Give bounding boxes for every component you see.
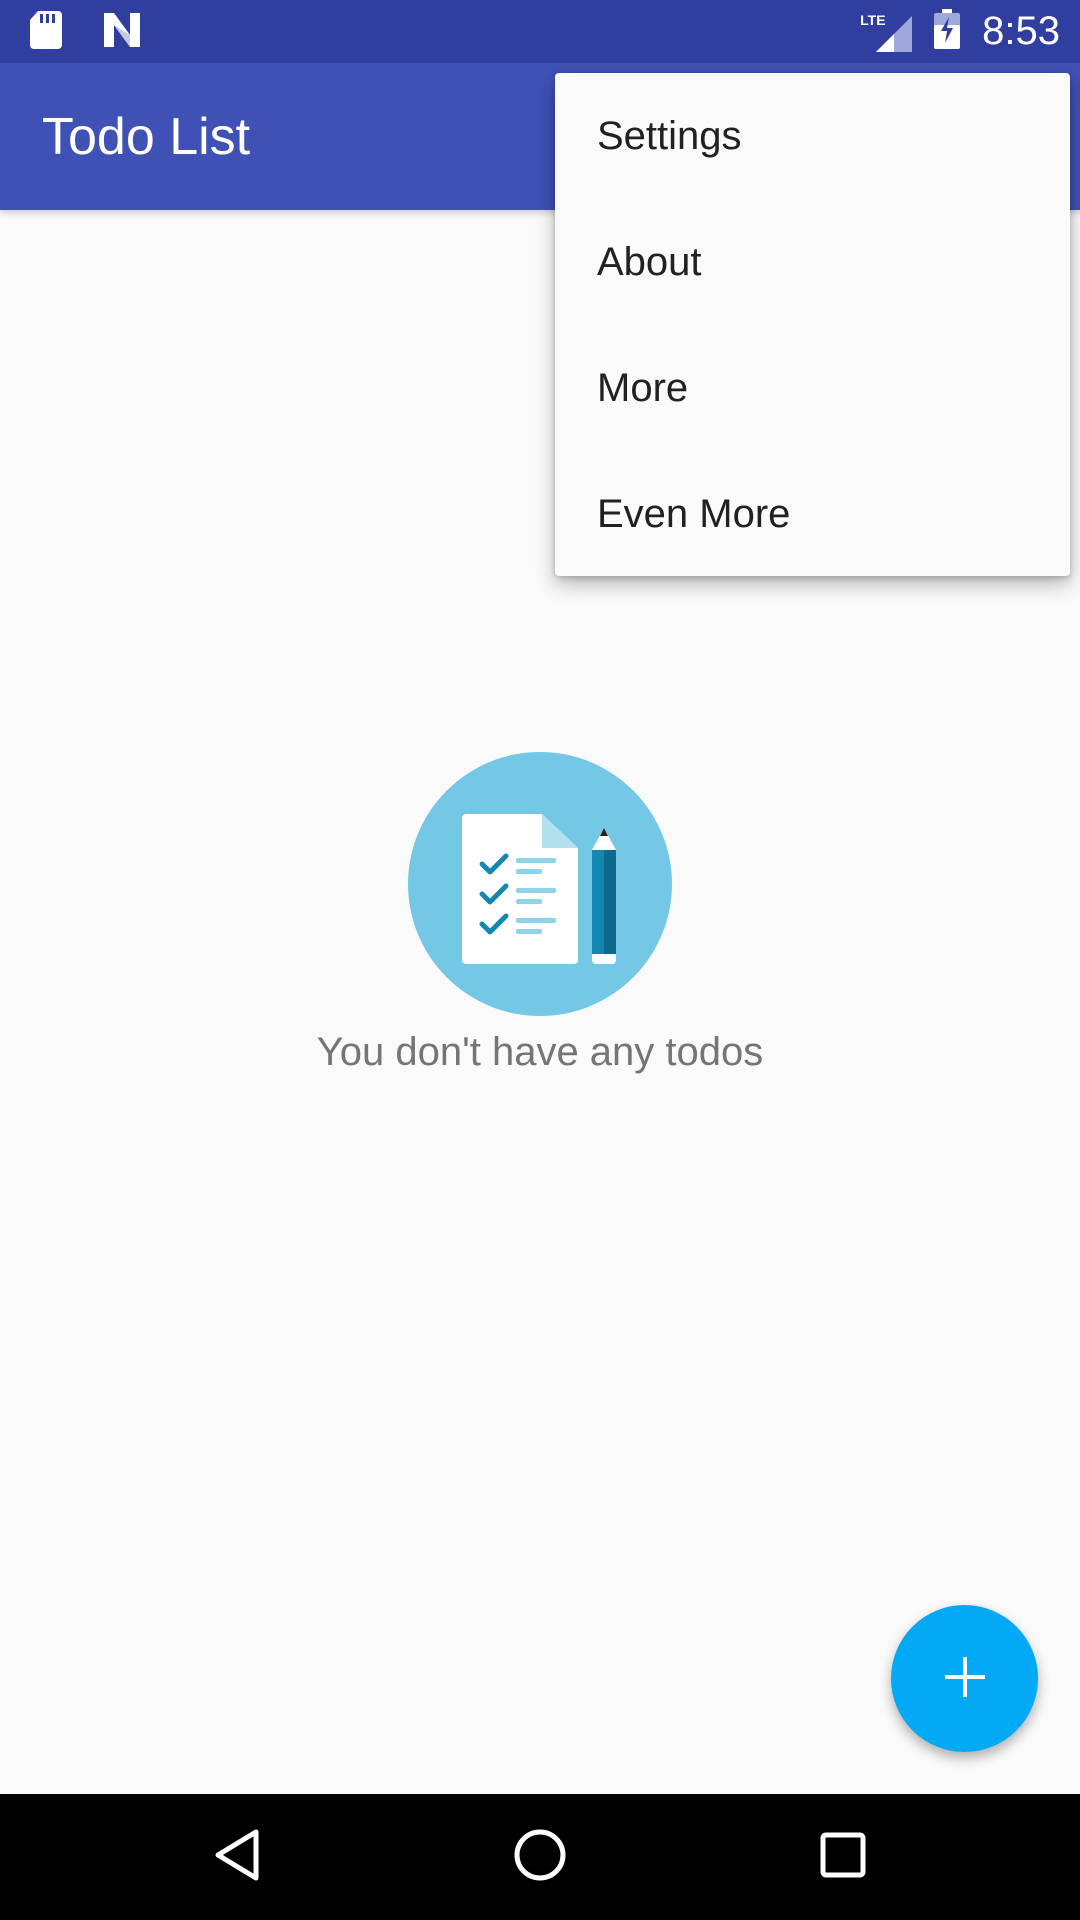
menu-item-label: Settings <box>597 113 742 158</box>
n-logo-icon <box>102 12 142 52</box>
menu-item-even-more[interactable]: Even More <box>555 451 1070 577</box>
back-button[interactable] <box>192 1812 282 1902</box>
menu-item-more[interactable]: More <box>555 325 1070 451</box>
menu-item-label: About <box>597 239 702 284</box>
menu-item-label: More <box>597 365 689 410</box>
add-todo-button[interactable] <box>891 1605 1038 1752</box>
network-type-label: LTE <box>860 11 886 28</box>
recents-icon <box>819 1831 867 1884</box>
status-clock: 8:53 <box>982 9 1060 53</box>
screen: LTE 8:53 Todo List You don't have any to… <box>0 0 1080 1920</box>
todo-checklist-icon <box>408 752 672 1016</box>
overflow-menu: Settings About More Even More <box>555 73 1070 576</box>
sd-card-icon <box>30 10 62 54</box>
menu-item-settings[interactable]: Settings <box>555 73 1070 199</box>
app-title: Todo List <box>42 108 251 166</box>
menu-item-label: Even More <box>597 491 791 536</box>
back-icon <box>212 1828 262 1887</box>
plus-icon <box>943 1655 987 1702</box>
empty-state-message: You don't have any todos <box>316 1030 764 1074</box>
home-button[interactable] <box>495 1812 585 1902</box>
battery-charging-icon <box>934 9 961 54</box>
menu-item-about[interactable]: About <box>555 199 1070 325</box>
status-bar: LTE 8:53 <box>0 0 1080 63</box>
home-icon <box>513 1828 567 1887</box>
lte-signal-icon: LTE <box>860 12 913 52</box>
navigation-bar <box>0 1794 1080 1920</box>
recents-button[interactable] <box>798 1812 888 1902</box>
